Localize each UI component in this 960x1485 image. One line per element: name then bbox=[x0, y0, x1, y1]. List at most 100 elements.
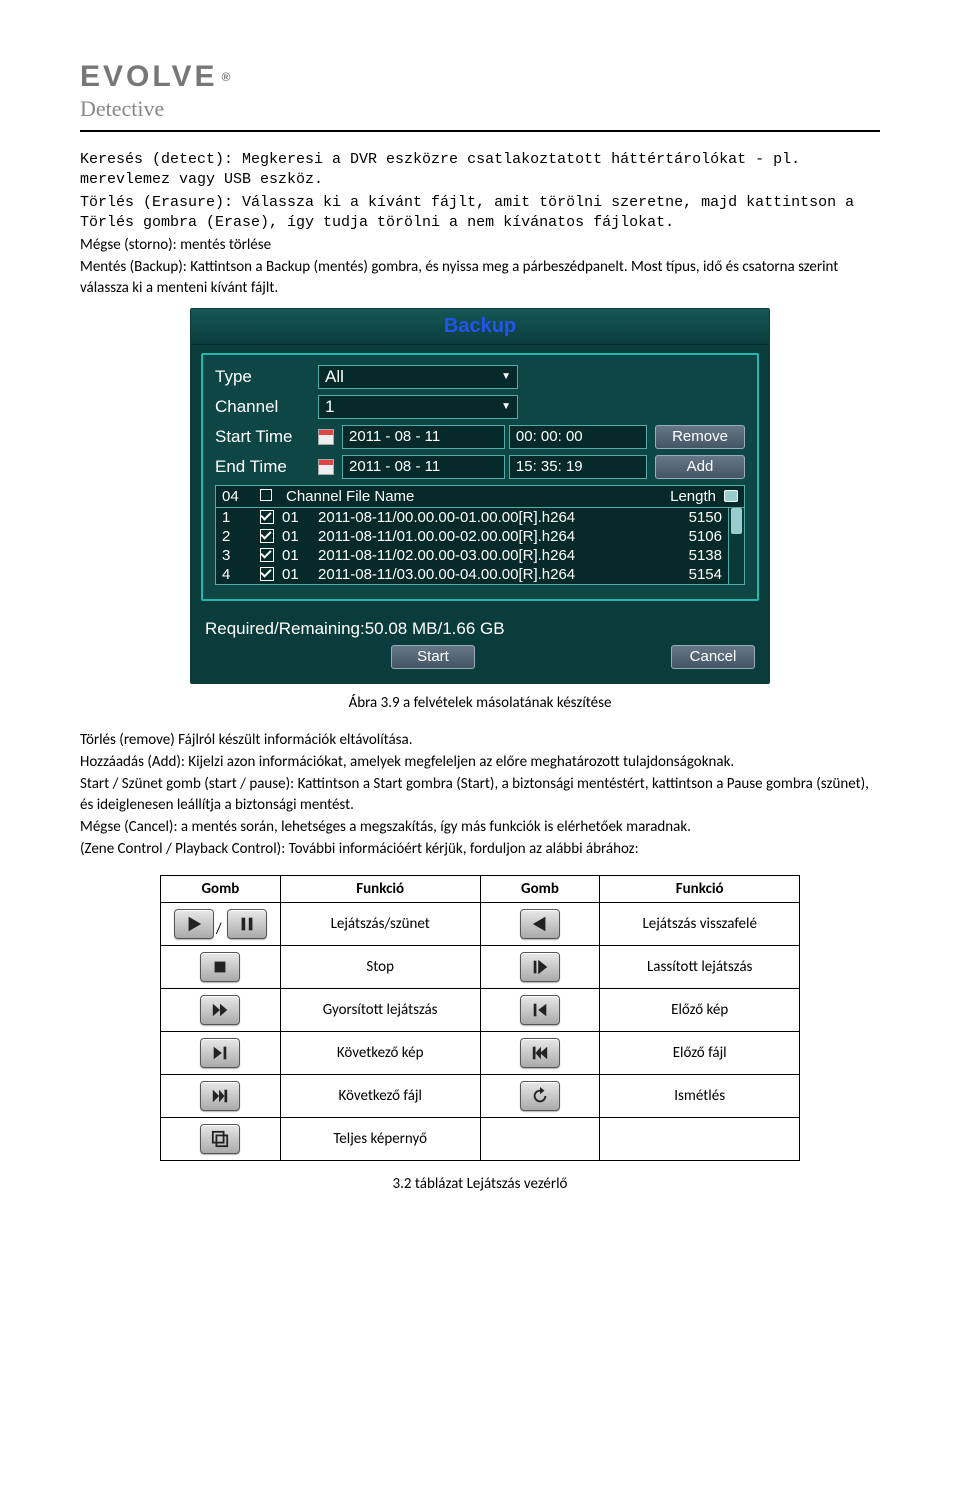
start-button[interactable]: Start bbox=[391, 645, 475, 669]
fullscreen-icon[interactable] bbox=[200, 1124, 240, 1154]
end-time-input[interactable]: 15: 35: 19 bbox=[509, 455, 647, 479]
fn-prev-file: Előző fájl bbox=[600, 1032, 800, 1075]
fn-fullscreen: Teljes képernyő bbox=[280, 1118, 480, 1161]
slow-icon[interactable] bbox=[520, 952, 560, 982]
channel-select[interactable]: 1 ▼ bbox=[318, 395, 518, 419]
fast-forward-icon[interactable] bbox=[200, 995, 240, 1025]
channel-label: Channel bbox=[215, 397, 310, 417]
table-caption: 3.2 táblázat Lejátszás vezérlő bbox=[80, 1175, 880, 1193]
reqrem-label: Required/Remaining: bbox=[205, 619, 365, 638]
table-row[interactable]: 2 01 2011-08-11/01.00.00-02.00.00[R].h264 5… bbox=[216, 527, 728, 546]
start-date-input[interactable]: 2011 - 08 - 11 bbox=[342, 425, 505, 449]
calendar-icon[interactable] bbox=[318, 459, 334, 475]
reverse-play-cell bbox=[480, 903, 600, 946]
th-fn2: Funkció bbox=[600, 876, 800, 903]
row-index: 4 bbox=[222, 566, 252, 583]
logo: EVOLVE ® Detective bbox=[80, 60, 880, 122]
after-p5: (Zene Control / Playback Control): Továb… bbox=[80, 839, 880, 859]
after-p1: Törlés (remove) Fájlról készült informác… bbox=[80, 730, 880, 750]
head-count: 04 bbox=[222, 488, 252, 505]
row-length: 5154 bbox=[672, 566, 722, 583]
table-row[interactable]: 4012011-08-11/03.00.00-04.00.00[R].h2645… bbox=[216, 565, 728, 584]
row-filename: 2011-08-11/02.00.00-03.00.00[R].h264 bbox=[318, 547, 664, 564]
row-channel: 01 bbox=[282, 528, 310, 545]
end-date-input[interactable]: 2011 - 08 - 11 bbox=[342, 455, 505, 479]
fn-slow: Lassított lejátszás bbox=[600, 946, 800, 989]
after-p3: Start / Szünet gomb (start / pause): Kat… bbox=[80, 774, 880, 815]
repeat-cell bbox=[480, 1075, 600, 1118]
row-checkbox[interactable] bbox=[260, 567, 274, 581]
cancel-button[interactable]: Cancel bbox=[671, 645, 755, 669]
table-row[interactable]: 1 01 2011-08-11/00.00.00-01.00.00[R].h264 5… bbox=[216, 508, 728, 527]
intro-p1: Keresés (detect): Megkeresi a DVR eszköz… bbox=[80, 150, 880, 191]
pause-icon[interactable] bbox=[227, 909, 267, 939]
prev-frame-cell bbox=[480, 989, 600, 1032]
row-length: 5150 bbox=[672, 509, 722, 526]
figure-caption: Ábra 3.9 a felvételek másolatának készít… bbox=[80, 694, 880, 712]
fn-empty bbox=[600, 1118, 800, 1161]
empty-icon-cell bbox=[480, 1118, 600, 1161]
row-filename: 2011-08-11/01.00.00-02.00.00[R].h264 bbox=[318, 528, 664, 545]
divider bbox=[80, 130, 880, 132]
type-select[interactable]: All ▼ bbox=[318, 365, 518, 389]
intro-p4: Mentés (Backup): Kattintson a Backup (me… bbox=[80, 257, 880, 298]
row-index: 3 bbox=[222, 547, 252, 564]
next-frame-icon[interactable] bbox=[200, 1038, 240, 1068]
row-checkbox[interactable] bbox=[260, 548, 274, 562]
row-filename: 2011-08-11/03.00.00-04.00.00[R].h264 bbox=[318, 566, 664, 583]
stop-icon[interactable] bbox=[200, 952, 240, 982]
logo-text: EVOLVE bbox=[80, 60, 217, 94]
reverse-play-icon[interactable] bbox=[520, 909, 560, 939]
row-index: 2 bbox=[222, 528, 252, 545]
next-file-icon[interactable] bbox=[200, 1081, 240, 1111]
row-channel: 01 bbox=[282, 509, 310, 526]
head-chfile: Channel File Name bbox=[286, 488, 648, 505]
play-icon[interactable] bbox=[174, 909, 214, 939]
fn-play-pause: Lejátszás/szünet bbox=[280, 903, 480, 946]
prev-file-icon[interactable] bbox=[520, 1038, 560, 1068]
reqrem-value: 50.08 MB/1.66 GB bbox=[365, 619, 505, 638]
after-text: Törlés (remove) Fájlról készült informác… bbox=[80, 730, 880, 860]
table-row[interactable]: 3 01 2011-08-11/02.00.00-03.00.00[R].h264 5… bbox=[216, 546, 728, 565]
row-length: 5138 bbox=[672, 547, 722, 564]
after-p2: Hozzáadás (Add): Kijelzi azon információ… bbox=[80, 752, 880, 772]
scrollbar[interactable] bbox=[728, 508, 744, 584]
backup-title: Backup bbox=[191, 309, 769, 345]
remove-button[interactable]: Remove bbox=[655, 425, 745, 449]
row-checkbox[interactable] bbox=[260, 510, 274, 524]
controls-table: Gomb Funkció Gomb Funkció / Lejátszás/sz… bbox=[160, 875, 800, 1161]
scroll-head-icon bbox=[724, 490, 738, 502]
fn-fast: Gyorsított lejátszás bbox=[280, 989, 480, 1032]
repeat-icon[interactable] bbox=[520, 1081, 560, 1111]
type-value: All bbox=[325, 367, 344, 387]
logo-reg: ® bbox=[221, 70, 233, 84]
row-index: 1 bbox=[222, 509, 252, 526]
backup-dialog: Backup Type All ▼ Channel 1 ▼ bbox=[190, 308, 770, 684]
th-fn1: Funkció bbox=[280, 876, 480, 903]
prev-frame-icon[interactable] bbox=[520, 995, 560, 1025]
fn-repeat: Ismétlés bbox=[600, 1075, 800, 1118]
start-label: Start Time bbox=[215, 427, 310, 447]
calendar-icon[interactable] bbox=[318, 429, 334, 445]
stop-cell bbox=[161, 946, 281, 989]
fast-cell bbox=[161, 989, 281, 1032]
row-checkbox[interactable] bbox=[260, 529, 274, 543]
add-button[interactable]: Add bbox=[655, 455, 745, 479]
row-channel: 01 bbox=[282, 547, 310, 564]
row-filename: 2011-08-11/00.00.00-01.00.00[R].h264 bbox=[318, 509, 664, 526]
th-gomb1: Gomb bbox=[161, 876, 281, 903]
select-all-checkbox[interactable] bbox=[260, 489, 272, 501]
next-file-cell bbox=[161, 1075, 281, 1118]
start-time-input[interactable]: 00: 00: 00 bbox=[509, 425, 647, 449]
file-table: 04 Channel File Name Length 1012011-08-1… bbox=[215, 485, 745, 585]
logo-sub: Detective bbox=[80, 96, 880, 122]
row-length: 5106 bbox=[672, 528, 722, 545]
intro-p2: Törlés (Erasure): Válassza ki a kívánt f… bbox=[80, 193, 880, 234]
required-remaining: Required/Remaining:50.08 MB/1.66 GB bbox=[191, 611, 769, 645]
type-label: Type bbox=[215, 367, 310, 387]
fn-reverse: Lejátszás visszafelé bbox=[600, 903, 800, 946]
th-gomb2: Gomb bbox=[480, 876, 600, 903]
logo-main: EVOLVE ® bbox=[80, 60, 880, 94]
scrollbar-thumb[interactable] bbox=[731, 508, 742, 534]
intro-text2: Mégse (storno): mentés törlése Mentés (B… bbox=[80, 235, 880, 298]
